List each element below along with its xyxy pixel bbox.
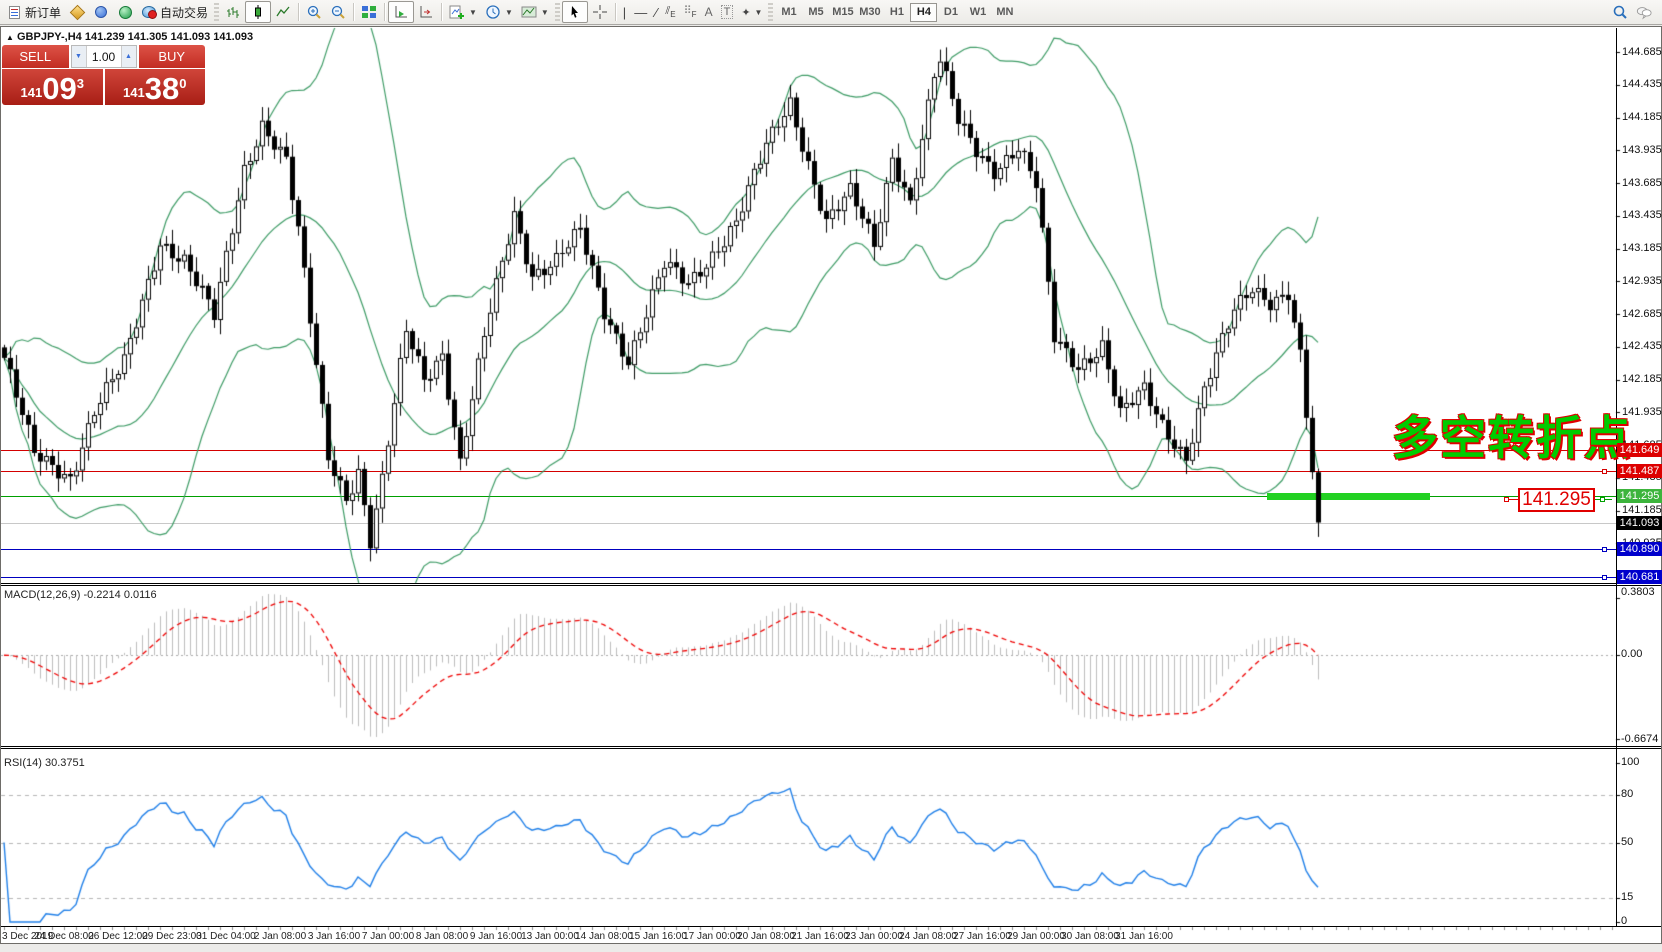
time-axis-label: 30 Jan 08:00: [1061, 931, 1119, 942]
time-axis-label: 24 Dec 08:00: [34, 931, 94, 942]
price-axis-label: 144.185: [1622, 111, 1662, 123]
price-axis-label: 142.935: [1622, 275, 1662, 287]
rsi-scale-label: 50: [1621, 836, 1633, 848]
price-axis-label: 144.685: [1622, 46, 1662, 58]
time-axis-label: 23 Jan 00:00: [845, 931, 903, 942]
price-box-text: 141.295: [1522, 489, 1591, 511]
price-axis-label: 141.935: [1622, 406, 1662, 418]
time-axis-label: 17 Jan 00:00: [683, 931, 741, 942]
sell-price-prefix: 141: [21, 82, 43, 104]
chart-title: ▲ GBPJPY-,H4 141.239 141.305 141.093 141…: [6, 31, 253, 43]
price-axis-label: 144.435: [1622, 78, 1662, 90]
level-price-chip: 141.487: [1617, 464, 1662, 478]
time-axis-label: 2 Jan 08:00: [254, 931, 306, 942]
buy-price-big: 38: [145, 74, 179, 104]
macd-label: MACD(12,26,9) -0.2214 0.0116: [4, 589, 157, 601]
time-axis-label: 26 Dec 12:00: [88, 931, 148, 942]
price-axis-label: 142.185: [1622, 373, 1662, 385]
level-price-chip: 141.649: [1617, 443, 1662, 457]
time-axis-label: 3 Jan 16:00: [308, 931, 360, 942]
time-axis-label: 13 Jan 00:00: [521, 931, 579, 942]
time-axis-label: 31 Jan 16:00: [1115, 931, 1173, 942]
time-axis-label: 29 Dec 23:00: [142, 931, 202, 942]
time-axis-line: [1, 926, 1661, 927]
one-click-trading-panel: SELL ▼ 1.00 ▲ BUY 141093 141380: [2, 45, 205, 106]
time-axis-label: 8 Jan 08:00: [416, 931, 468, 942]
level-price-chip: 140.890: [1617, 542, 1662, 556]
time-axis-label: 31 Dec 04:00: [196, 931, 256, 942]
time-axis-label: 14 Jan 08:00: [575, 931, 633, 942]
time-axis-label: 24 Jan 08:00: [899, 931, 957, 942]
sell-price-sup: 3: [77, 64, 84, 104]
sell-price[interactable]: 141093: [2, 69, 103, 105]
price-axis-label: 143.185: [1622, 242, 1662, 254]
sell-button-label: SELL: [19, 49, 51, 64]
time-axis-label: 27 Jan 16:00: [953, 931, 1011, 942]
macd-scale-top: 0.3803: [1621, 586, 1655, 598]
time-axis-label: 21 Jan 16:00: [791, 931, 849, 942]
buy-price-sup: 0: [179, 64, 186, 104]
price-box-left-connector: [1509, 499, 1518, 500]
time-axis-label: 7 Jan 00:00: [362, 931, 414, 942]
price-axis-label: 143.935: [1622, 144, 1662, 156]
panel-separator-main-macd[interactable]: [1, 583, 1661, 586]
rsi-scale-label: 100: [1621, 756, 1639, 768]
macd-zero-label: 0.00: [1621, 648, 1642, 660]
chart-title-text: GBPJPY-,H4 141.239 141.305 141.093 141.0…: [17, 31, 253, 43]
volume-input[interactable]: 1.00: [87, 46, 121, 67]
collapse-arrow-icon[interactable]: ▲: [6, 33, 14, 42]
time-axis-label: 9 Jan 16:00: [470, 931, 522, 942]
buy-price-prefix: 141: [123, 82, 145, 104]
rsi-scale-label: 15: [1621, 891, 1633, 903]
buy-button-label: BUY: [158, 49, 185, 64]
panel-separator-macd-rsi[interactable]: [1, 746, 1661, 749]
price-axis-label: 143.685: [1622, 177, 1662, 189]
buy-button[interactable]: BUY: [139, 45, 206, 68]
rsi-scale-label: 0: [1621, 915, 1627, 927]
macd-scale-bottom: -0.6674: [1621, 733, 1658, 745]
price-axis-label: 142.435: [1622, 340, 1662, 352]
buy-price[interactable]: 141380: [105, 69, 206, 105]
time-axis-label: 15 Jan 16:00: [629, 931, 687, 942]
sell-button[interactable]: SELL: [2, 45, 69, 68]
time-axis-label: 29 Jan 00:00: [1007, 931, 1065, 942]
price-box-annotation[interactable]: 141.295: [1518, 488, 1595, 512]
price-axis-label: 142.685: [1622, 308, 1662, 320]
rsi-label: RSI(14) 30.3751: [4, 757, 85, 769]
sell-price-big: 09: [42, 74, 76, 104]
time-axis-label: 20 Jan 08:00: [737, 931, 795, 942]
trading-terminal-window: 新订单 自动交易: [0, 0, 1662, 952]
chart-overlays: ▲ GBPJPY-,H4 141.239 141.305 141.093 141…: [0, 0, 1662, 952]
price-axis-label: 143.435: [1622, 209, 1662, 221]
volume-value: 1.00: [92, 50, 115, 64]
level-price-chip: 140.681: [1617, 570, 1662, 584]
turning-point-annotation[interactable]: 多空转折点: [1392, 402, 1632, 468]
price-box-right-handle[interactable]: [1600, 497, 1605, 502]
level-price-chip: 141.295: [1617, 489, 1662, 503]
price-axis-label: 141.185: [1622, 504, 1662, 516]
current-price-chip: 141.093: [1617, 516, 1662, 530]
volume-up-button[interactable]: ▲: [121, 46, 136, 67]
rsi-scale-label: 80: [1621, 788, 1633, 800]
